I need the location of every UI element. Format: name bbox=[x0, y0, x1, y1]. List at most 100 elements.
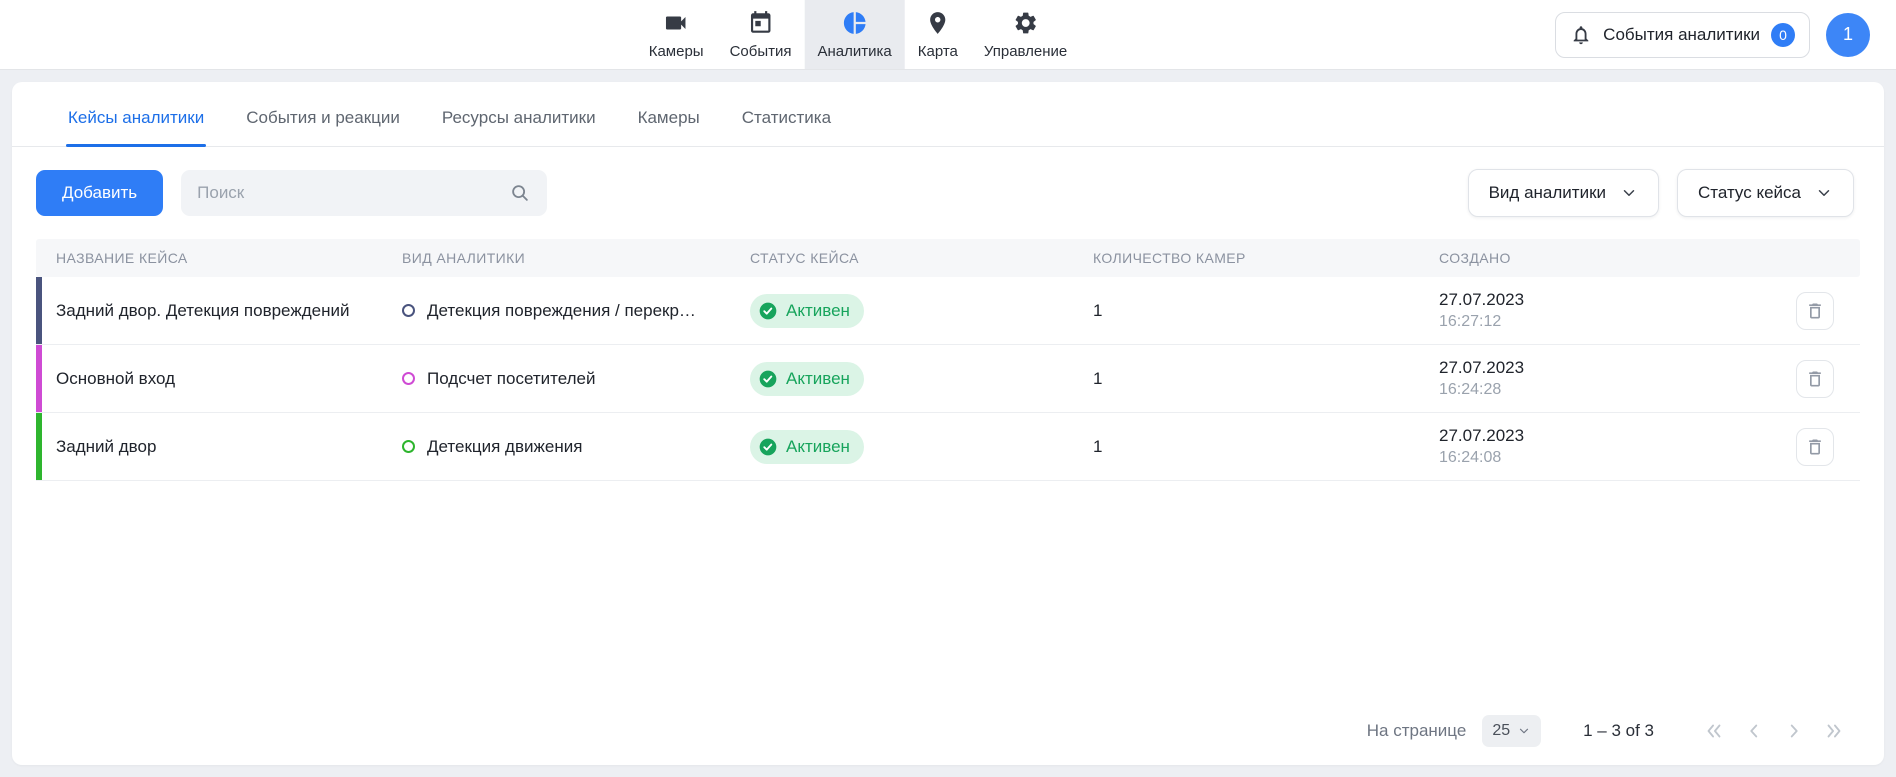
chevron-down-icon bbox=[1620, 184, 1638, 202]
table-row[interactable]: Основной вход Подсчет посетителей Активе… bbox=[36, 345, 1860, 413]
created-date: 27.07.2023 bbox=[1439, 426, 1770, 446]
status-label: Активен bbox=[786, 437, 850, 457]
tab-bar: Кейсы аналитики События и реакции Ресурс… bbox=[12, 82, 1884, 147]
table-body: Задний двор. Детекция повреждений Детекц… bbox=[36, 277, 1860, 481]
calendar-icon bbox=[748, 10, 774, 40]
nav-item-events[interactable]: События bbox=[717, 0, 805, 69]
analytics-type-ring-icon bbox=[402, 372, 415, 385]
case-name: Задний двор. Детекция повреждений bbox=[56, 301, 402, 321]
pagination-bar: На странице 25 1 – 3 of 3 bbox=[12, 715, 1884, 765]
chevron-right-icon bbox=[1783, 720, 1805, 742]
nav-item-cameras[interactable]: Камеры bbox=[636, 0, 717, 69]
cases-table: НАЗВАНИЕ КЕЙСА ВИД АНАЛИТИКИ СТАТУС КЕЙС… bbox=[36, 239, 1860, 481]
per-page-label: На странице bbox=[1367, 721, 1467, 741]
nav-item-map[interactable]: Карта bbox=[905, 0, 971, 69]
delete-case-button[interactable] bbox=[1796, 428, 1834, 466]
first-page-button[interactable] bbox=[1698, 715, 1730, 747]
camera-count: 1 bbox=[1093, 369, 1439, 389]
tab-statistics[interactable]: Статистика bbox=[742, 108, 831, 146]
analytics-type-ring-icon bbox=[402, 440, 415, 453]
chevron-down-icon bbox=[1815, 184, 1833, 202]
nav-label: События bbox=[730, 43, 792, 60]
column-header-status: СТАТУС КЕЙСА bbox=[750, 250, 1093, 266]
search-box bbox=[181, 170, 547, 216]
trash-icon bbox=[1805, 301, 1825, 321]
table-row[interactable]: Задний двор. Детекция повреждений Детекц… bbox=[36, 277, 1860, 345]
row-accent-bar bbox=[36, 413, 42, 480]
filters: Вид аналитики Статус кейса bbox=[1468, 169, 1854, 217]
pager-controls bbox=[1698, 715, 1850, 747]
camera-icon bbox=[663, 10, 689, 40]
camera-count: 1 bbox=[1093, 437, 1439, 457]
status-label: Активен bbox=[786, 301, 850, 321]
chevron-left-icon bbox=[1743, 720, 1765, 742]
delete-case-button[interactable] bbox=[1796, 292, 1834, 330]
double-chevron-right-icon bbox=[1823, 720, 1845, 742]
filter-label: Статус кейса bbox=[1698, 183, 1801, 203]
map-pin-icon bbox=[925, 10, 951, 40]
nav-item-analytics[interactable]: Аналитика bbox=[805, 0, 905, 69]
analytics-type: Детекция повреждения / перекр… bbox=[427, 301, 696, 321]
events-count-badge: 0 bbox=[1771, 23, 1795, 47]
gear-icon bbox=[1013, 10, 1039, 40]
analytics-page: Кейсы аналитики События и реакции Ресурс… bbox=[12, 82, 1884, 765]
case-name: Задний двор bbox=[56, 437, 402, 457]
table-header: НАЗВАНИЕ КЕЙСА ВИД АНАЛИТИКИ СТАТУС КЕЙС… bbox=[36, 239, 1860, 277]
case-name: Основной вход bbox=[56, 369, 402, 389]
nav-label: Камеры bbox=[649, 43, 704, 60]
created-cell: 27.07.2023 16:24:28 bbox=[1439, 358, 1770, 399]
user-avatar[interactable]: 1 bbox=[1826, 13, 1870, 57]
pie-chart-icon bbox=[842, 10, 868, 40]
status-label: Активен bbox=[786, 369, 850, 389]
main-nav: Камеры События Аналитика Карта Управлени… bbox=[636, 0, 1081, 69]
camera-count: 1 bbox=[1093, 301, 1439, 321]
tab-analytics-resources[interactable]: Ресурсы аналитики bbox=[442, 108, 596, 146]
search-input[interactable] bbox=[197, 183, 509, 203]
toolbar: Добавить Вид аналитики Статус кейса bbox=[12, 147, 1884, 217]
analytics-type: Детекция движения bbox=[427, 437, 582, 457]
created-time: 16:24:08 bbox=[1439, 449, 1770, 467]
chevron-down-icon bbox=[1517, 724, 1531, 738]
trash-icon bbox=[1805, 369, 1825, 389]
next-page-button[interactable] bbox=[1778, 715, 1810, 747]
check-circle-icon bbox=[758, 437, 778, 457]
created-cell: 27.07.2023 16:27:12 bbox=[1439, 290, 1770, 331]
status-badge: Активен bbox=[750, 430, 864, 464]
delete-case-button[interactable] bbox=[1796, 360, 1834, 398]
prev-page-button[interactable] bbox=[1738, 715, 1770, 747]
header-right: События аналитики 0 1 bbox=[1555, 12, 1896, 58]
bell-icon bbox=[1570, 24, 1592, 46]
tab-cameras[interactable]: Камеры bbox=[638, 108, 700, 146]
nav-label: Управление bbox=[984, 43, 1067, 60]
analytics-type: Подсчет посетителей bbox=[427, 369, 595, 389]
events-button-label: События аналитики bbox=[1603, 25, 1760, 45]
nav-item-settings[interactable]: Управление bbox=[971, 0, 1080, 69]
add-button[interactable]: Добавить bbox=[36, 170, 163, 216]
column-header-created: СОЗДАНО bbox=[1439, 250, 1770, 266]
tab-analytics-cases[interactable]: Кейсы аналитики bbox=[68, 108, 204, 146]
column-header-name: НАЗВАНИЕ КЕЙСА bbox=[56, 250, 402, 266]
filter-label: Вид аналитики bbox=[1489, 183, 1606, 203]
per-page-select[interactable]: 25 bbox=[1482, 715, 1541, 747]
status-badge: Активен bbox=[750, 294, 864, 328]
table-row[interactable]: Задний двор Детекция движения Активен 1 … bbox=[36, 413, 1860, 481]
nav-label: Карта bbox=[918, 43, 958, 60]
search-icon bbox=[509, 182, 531, 204]
row-accent-bar bbox=[36, 277, 42, 344]
last-page-button[interactable] bbox=[1818, 715, 1850, 747]
column-header-analytics-type: ВИД АНАЛИТИКИ bbox=[402, 250, 750, 266]
analytics-type-ring-icon bbox=[402, 304, 415, 317]
analytics-events-button[interactable]: События аналитики 0 bbox=[1555, 12, 1810, 58]
case-status-filter[interactable]: Статус кейса bbox=[1677, 169, 1854, 217]
trash-icon bbox=[1805, 437, 1825, 457]
check-circle-icon bbox=[758, 369, 778, 389]
check-circle-icon bbox=[758, 301, 778, 321]
nav-label: Аналитика bbox=[818, 43, 892, 60]
created-time: 16:27:12 bbox=[1439, 313, 1770, 331]
analytics-type-filter[interactable]: Вид аналитики bbox=[1468, 169, 1659, 217]
tab-events-reactions[interactable]: События и реакции bbox=[246, 108, 400, 146]
page-range-label: 1 – 3 of 3 bbox=[1583, 721, 1654, 741]
double-chevron-left-icon bbox=[1703, 720, 1725, 742]
row-accent-bar bbox=[36, 345, 42, 412]
created-cell: 27.07.2023 16:24:08 bbox=[1439, 426, 1770, 467]
